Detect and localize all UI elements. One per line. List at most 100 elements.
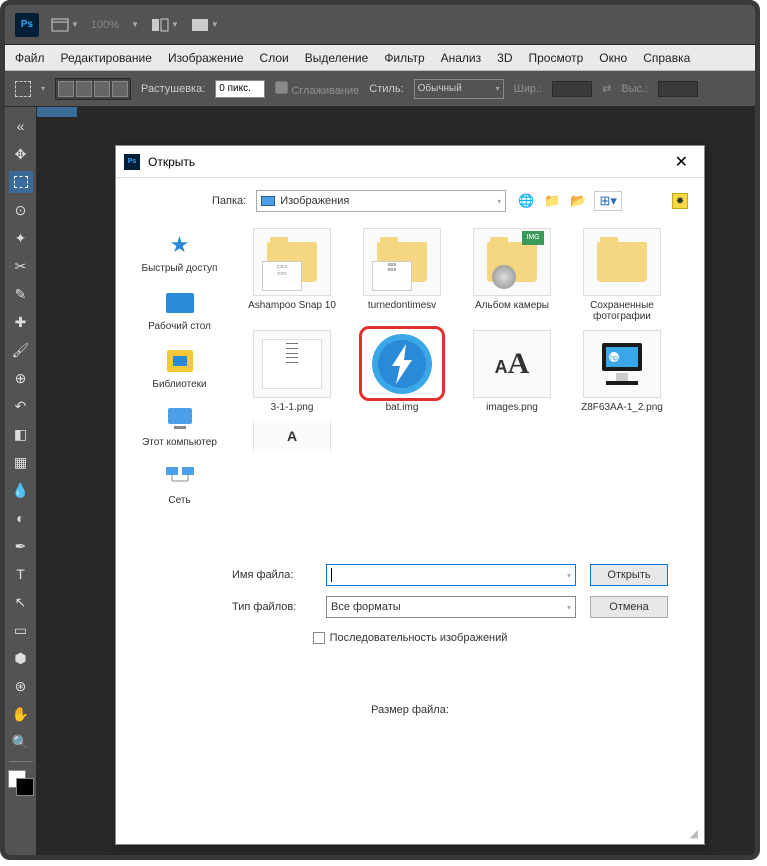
feather-input[interactable] xyxy=(215,80,265,98)
healing-brush-tool[interactable]: ✚ xyxy=(9,311,33,333)
file-item[interactable]: Сохраненные фотографии xyxy=(571,228,673,322)
brush-tool[interactable]: 🖌 xyxy=(9,339,33,361)
menu-image[interactable]: Изображение xyxy=(168,51,244,65)
shape-tool[interactable]: ▭ xyxy=(9,619,33,641)
place-network[interactable]: Сеть xyxy=(162,462,198,506)
file-item[interactable]: ▭▭▭○ Ashampoo Snap 10 xyxy=(241,228,343,322)
menu-file[interactable]: Файл xyxy=(15,51,45,65)
filename-input[interactable]: ▾ xyxy=(326,564,576,586)
color-swatches[interactable] xyxy=(8,770,34,796)
favorites-button[interactable]: ✹ xyxy=(672,193,688,209)
ps-logo-icon: Ps xyxy=(15,13,39,37)
menu-help[interactable]: Справка xyxy=(643,51,690,65)
file-list: ▭▭▭○ Ashampoo Snap 10 ≡≡≡≡≡≡ turnedontim… xyxy=(237,224,688,544)
back-button[interactable]: 🌐 xyxy=(516,191,536,211)
marquee-tool[interactable] xyxy=(9,171,33,193)
menubar: Файл Редактирование Изображение Слои Выд… xyxy=(5,45,755,71)
ps-icon: Ps xyxy=(124,154,140,170)
eraser-tool[interactable]: ◧ xyxy=(9,423,33,445)
place-libraries[interactable]: Библиотеки xyxy=(152,346,206,390)
resize-grip[interactable]: ◢ xyxy=(690,827,698,840)
view-extras-dropdown[interactable]: ▼ xyxy=(191,18,219,32)
filesize-label: Размер файла: xyxy=(132,704,688,716)
computer-icon xyxy=(162,404,198,434)
style-select[interactable]: Обычный▾ xyxy=(414,79,504,99)
dodge-tool[interactable]: ◐ xyxy=(9,507,33,529)
screen-mode-dropdown[interactable]: ▼ xyxy=(151,18,179,32)
menu-edit[interactable]: Редактирование xyxy=(61,51,152,65)
doc-tab[interactable] xyxy=(37,107,77,117)
open-button[interactable]: Открыть xyxy=(590,564,668,586)
dialog-title: Открыть xyxy=(148,155,195,169)
zoom-tool[interactable]: 🔍 xyxy=(9,731,33,753)
sequence-checkbox[interactable] xyxy=(313,632,325,644)
svg-text:hp: hp xyxy=(610,355,618,362)
file-item[interactable]: hp Z8F63AA-1_2.png xyxy=(571,330,673,413)
path-select-tool[interactable]: ↖ xyxy=(9,591,33,613)
view-button[interactable]: ⊞▾ xyxy=(594,191,622,211)
style-label: Стиль: xyxy=(369,83,403,95)
place-desktop[interactable]: Рабочий стол xyxy=(148,288,211,332)
dialog-titlebar: Ps Открыть ✕ xyxy=(116,146,704,178)
drive-icon xyxy=(261,196,275,206)
lasso-tool[interactable]: ⊙ xyxy=(9,199,33,221)
eyedropper-tool[interactable]: ✎ xyxy=(9,283,33,305)
menu-3d[interactable]: 3D xyxy=(497,51,512,65)
menu-analysis[interactable]: Анализ xyxy=(441,51,482,65)
height-field xyxy=(658,81,698,97)
antialias-checkbox xyxy=(275,81,288,94)
pen-tool[interactable]: ✒ xyxy=(9,535,33,557)
filetype-select[interactable]: Все форматы▾ xyxy=(326,596,576,618)
width-label: Шир.: xyxy=(514,83,542,95)
history-brush-tool[interactable]: ↶ xyxy=(9,395,33,417)
menu-window[interactable]: Окно xyxy=(599,51,627,65)
place-computer[interactable]: Этот компьютер xyxy=(142,404,217,448)
up-button[interactable]: 📁 xyxy=(542,191,562,211)
places-sidebar: ★ Быстрый доступ Рабочий стол Библиотеки… xyxy=(132,224,227,544)
file-item-selected[interactable]: bat.img xyxy=(351,330,453,413)
cancel-button[interactable]: Отмена xyxy=(590,596,668,618)
file-item[interactable]: ≡≡≡≡≡≡ turnedontimesv xyxy=(351,228,453,322)
menu-view[interactable]: Просмотр xyxy=(528,51,583,65)
crop-tool[interactable]: ✂ xyxy=(9,255,33,277)
hand-tool[interactable]: ✋ xyxy=(9,703,33,725)
menu-select[interactable]: Выделение xyxy=(305,51,369,65)
options-bar: ▾ Растушевка: Сглаживание Стиль: Обычный… xyxy=(5,71,755,107)
gradient-tool[interactable]: ▦ xyxy=(9,451,33,473)
new-folder-button[interactable]: 📂 xyxy=(568,191,588,211)
stamp-tool[interactable]: ⊕ xyxy=(9,367,33,389)
doc-arrange-dropdown[interactable]: ▼ xyxy=(51,18,79,32)
blur-tool[interactable]: 💧 xyxy=(9,479,33,501)
folder-dropdown[interactable]: Изображения ▾ xyxy=(256,190,506,212)
close-button[interactable]: ✕ xyxy=(667,152,696,172)
magic-wand-tool[interactable]: ✦ xyxy=(9,227,33,249)
width-field xyxy=(552,81,592,97)
tool-palette: « ✥ ⊙ ✦ ✂ ✎ ✚ 🖌 ⊕ ↶ ◧ ▦ 💧 ◐ ✒ T ↖ ▭ ⬢ ⊛ … xyxy=(5,107,37,855)
app-toolbar: Ps ▼ 100%▼ ▼ ▼ xyxy=(5,5,755,45)
selection-mode-group[interactable] xyxy=(55,78,131,100)
menu-layers[interactable]: Слои xyxy=(260,51,289,65)
height-label: Выс.: xyxy=(621,83,648,95)
zoom-level[interactable]: 100% xyxy=(91,19,119,31)
3d-tool[interactable]: ⬢ xyxy=(9,647,33,669)
3d-camera-tool[interactable]: ⊛ xyxy=(9,675,33,697)
feather-label: Растушевка: xyxy=(141,83,205,95)
file-item[interactable]: A xyxy=(241,421,343,451)
file-item[interactable]: IMG Альбом камеры xyxy=(461,228,563,322)
desktop-icon xyxy=(162,288,198,318)
place-quick-access[interactable]: ★ Быстрый доступ xyxy=(142,230,218,274)
collapse-icon[interactable]: « xyxy=(9,115,33,137)
folder-label: Папка: xyxy=(212,195,246,207)
move-tool[interactable]: ✥ xyxy=(9,143,33,165)
star-icon: ★ xyxy=(161,230,197,260)
file-item[interactable]: AA images.png xyxy=(461,330,563,413)
filetype-label: Тип файлов: xyxy=(232,601,312,613)
open-dialog: Ps Открыть ✕ Папка: Изображения ▾ 🌐 📁 📂 … xyxy=(115,145,705,845)
file-item[interactable]: ━━━━━━━━━━━━━━━━━━━━━━━━━ 3-1-1.png xyxy=(241,330,343,413)
libraries-icon xyxy=(162,346,198,376)
type-tool[interactable]: T xyxy=(9,563,33,585)
menu-filter[interactable]: Фильтр xyxy=(384,51,424,65)
sequence-label: Последовательность изображений xyxy=(330,632,508,644)
filename-label: Имя файла: xyxy=(232,569,312,581)
marquee-tool-icon[interactable] xyxy=(15,81,31,97)
